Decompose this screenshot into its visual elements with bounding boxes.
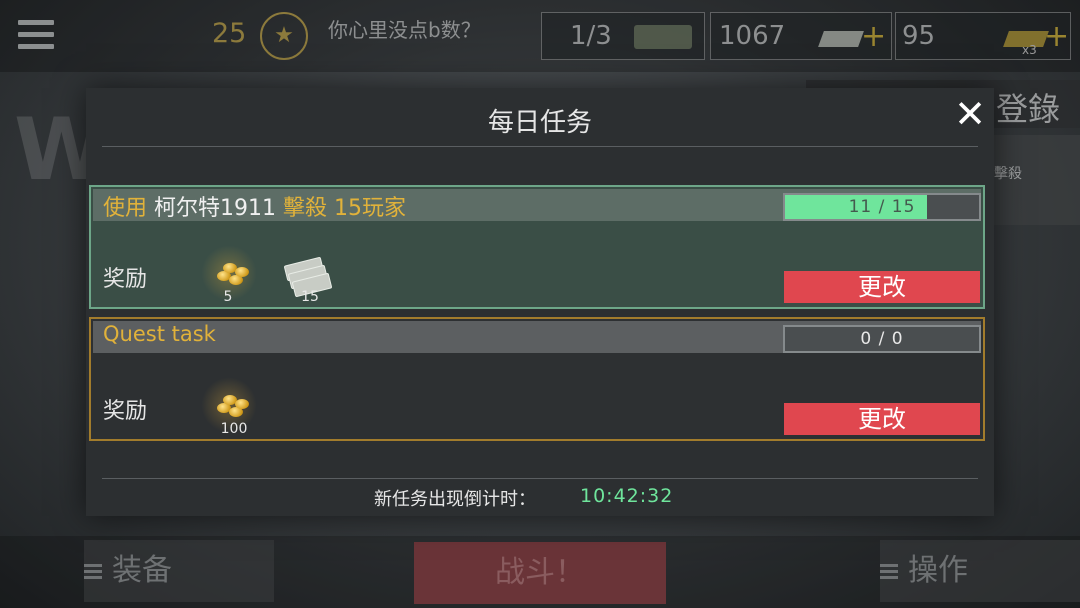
- quest-desc-action: 擊殺: [283, 196, 328, 221]
- quest-header: 使用 柯尔特1911 擊殺 15玩家 11 / 15: [93, 189, 981, 221]
- reward-amount: 15: [301, 289, 319, 305]
- list-icon: [880, 563, 898, 580]
- close-button[interactable]: ✕: [950, 94, 990, 134]
- quest-progress-bar: 11 / 15: [783, 193, 981, 221]
- quest-desc-target: 15玩家: [334, 196, 407, 221]
- gold-coins-icon: [213, 389, 253, 421]
- quest-description: 使用 柯尔特1911 擊殺 15玩家: [103, 190, 406, 222]
- gold-amount: 95: [902, 21, 936, 51]
- list-icon: [84, 563, 102, 580]
- ammo-resource-box[interactable]: 1/3: [541, 12, 705, 60]
- add-cash-icon[interactable]: +: [861, 19, 886, 54]
- player-level: 25: [212, 18, 247, 49]
- change-quest-button[interactable]: 更改: [784, 271, 980, 303]
- quest-progress-text: 0 / 0: [860, 329, 904, 349]
- background-side-panel: 擊殺: [994, 135, 1080, 225]
- quest-card-1: 使用 柯尔特1911 擊殺 15玩家 11 / 15 奖励 5 15 更改: [89, 185, 985, 309]
- fight-button[interactable]: 战斗！: [414, 542, 666, 604]
- quest-progress-bar: 0 / 0: [783, 325, 981, 353]
- daily-quest-dialog: 每日任务 ✕ 使用 柯尔特1911 擊殺 15玩家 11 / 15 奖励 5 1…: [86, 88, 994, 516]
- operation-button[interactable]: 操作: [880, 540, 1080, 602]
- reward-gold-coins: 5: [199, 243, 259, 309]
- dialog-title: 每日任务: [487, 108, 592, 138]
- new-quest-timer-value: 10:42:32: [580, 485, 674, 507]
- menu-icon[interactable]: [18, 20, 54, 50]
- operation-label: 操作: [908, 553, 968, 588]
- reward-gold-coins: 100: [199, 375, 259, 441]
- cash-resource-box[interactable]: 1067 +: [710, 12, 892, 60]
- change-quest-button[interactable]: 更改: [784, 403, 980, 435]
- title-divider: [102, 146, 978, 147]
- quest-desc-use: 使用: [103, 196, 148, 221]
- quest-desc-weapon: 柯尔特1911: [154, 196, 277, 221]
- ammo-count: 1/3: [570, 21, 612, 51]
- gold-coins-icon: [213, 257, 253, 289]
- background-side-text: 擊殺: [994, 166, 1022, 182]
- equipment-label: 装备: [112, 553, 172, 588]
- reward-label: 奖励: [103, 399, 148, 424]
- player-name: 你心里没点b数？: [328, 18, 481, 42]
- background-login-text: 登錄: [995, 90, 1060, 128]
- quest-card-2: Quest task 0 / 0 奖励 100 更改: [89, 317, 985, 441]
- new-quest-timer-label: 新任务出现倒计时：: [374, 489, 536, 510]
- cash-icon: [818, 31, 864, 47]
- footer-divider: [102, 478, 978, 479]
- reward-amount: 5: [223, 289, 233, 305]
- rank-badge-icon: ★: [260, 12, 308, 60]
- quest-header: Quest task 0 / 0: [93, 321, 981, 353]
- ammo-crate-icon: [634, 25, 692, 49]
- gold-resource-box[interactable]: 95 + x3: [895, 12, 1071, 60]
- gold-multiplier: x3: [1022, 43, 1037, 57]
- cash-bundle-icon: [283, 256, 333, 298]
- quest-title: Quest task: [103, 322, 216, 346]
- quest-progress-text: 11 / 15: [848, 197, 916, 217]
- reward-cash: 15: [275, 249, 335, 309]
- reward-amount: 100: [220, 421, 248, 437]
- equipment-button[interactable]: 装备: [84, 540, 274, 602]
- reward-label: 奖励: [103, 267, 148, 292]
- add-gold-icon[interactable]: +: [1044, 19, 1069, 54]
- cash-amount: 1067: [719, 21, 786, 51]
